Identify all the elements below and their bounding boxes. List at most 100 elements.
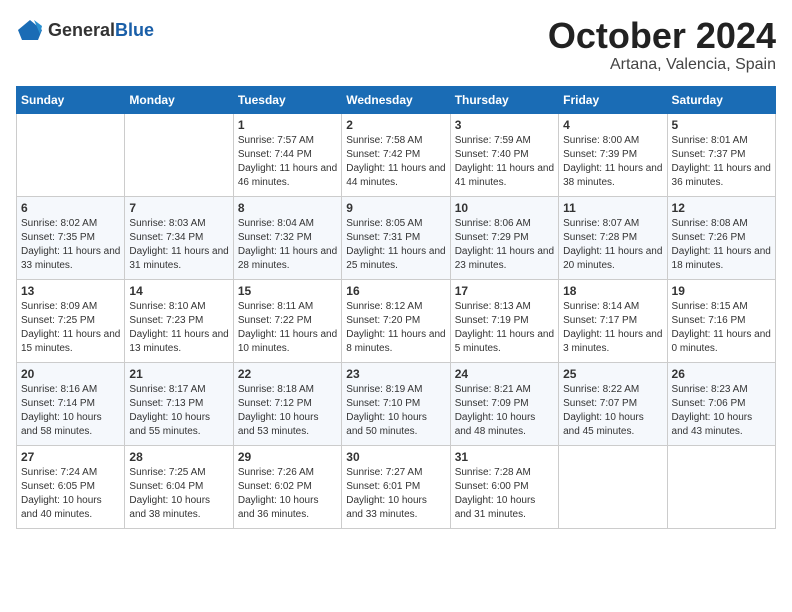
day-info: Sunrise: 8:22 AM Sunset: 7:07 PM Dayligh…: [563, 383, 662, 439]
day-info: Sunrise: 7:27 AM Sunset: 6:01 PM Dayligh…: [346, 466, 445, 522]
location-title: Artana, Valencia, Spain: [548, 56, 776, 74]
day-number: 20: [21, 367, 120, 381]
calendar-cell: [125, 113, 233, 196]
day-info: Sunrise: 8:09 AM Sunset: 7:25 PM Dayligh…: [21, 300, 120, 356]
day-number: 23: [346, 367, 445, 381]
calendar-cell: 4Sunrise: 8:00 AM Sunset: 7:39 PM Daylig…: [559, 113, 667, 196]
calendar-cell: 11 Sunrise: 8:07 AM Sunset: 7:28 PM Dayli…: [559, 196, 667, 279]
day-number: 21: [129, 367, 228, 381]
day-info: Sunrise: 7:25 AM Sunset: 6:04 PM Dayligh…: [129, 466, 228, 522]
day-info: Sunrise: 7:58 AM Sunset: 7:42 PM Dayligh…: [346, 134, 445, 190]
calendar-cell: [559, 445, 667, 528]
day-info: Sunrise: 8:02 AM Sunset: 7:35 PM Dayligh…: [21, 217, 120, 273]
weekday-header-friday: Friday: [559, 86, 667, 113]
calendar-cell: 20 Sunrise: 8:16 AM Sunset: 7:14 PM Dayli…: [17, 362, 125, 445]
title-block: October 2024 Artana, Valencia, Spain: [548, 16, 776, 74]
day-info: Sunrise: 7:28 AM Sunset: 6:00 PM Dayligh…: [455, 466, 554, 522]
day-info: Sunrise: 8:23 AM Sunset: 7:06 PM Dayligh…: [672, 383, 771, 439]
day-number: 16: [346, 284, 445, 298]
calendar-cell: 23 Sunrise: 8:19 AM Sunset: 7:10 PM Dayli…: [342, 362, 450, 445]
day-info: Sunrise: 8:15 AM Sunset: 7:16 PM Dayligh…: [672, 300, 771, 356]
calendar-cell: 22 Sunrise: 8:18 AM Sunset: 7:12 PM Dayli…: [233, 362, 341, 445]
day-info: Sunrise: 8:05 AM Sunset: 7:31 PM Dayligh…: [346, 217, 445, 273]
day-number: 15: [238, 284, 337, 298]
day-number: 13: [21, 284, 120, 298]
month-title: October 2024: [548, 16, 776, 56]
day-info: Sunrise: 8:11 AM Sunset: 7:22 PM Dayligh…: [238, 300, 337, 356]
day-info: Sunrise: 7:57 AM Sunset: 7:44 PM Dayligh…: [238, 134, 337, 190]
calendar-cell: 29 Sunrise: 7:26 AM Sunset: 6:02 PM Dayli…: [233, 445, 341, 528]
day-number: 18: [563, 284, 662, 298]
logo-blue: Blue: [115, 20, 154, 40]
day-number: 11: [563, 201, 662, 215]
calendar-cell: 18 Sunrise: 8:14 AM Sunset: 7:17 PM Dayli…: [559, 279, 667, 362]
calendar-cell: 19 Sunrise: 8:15 AM Sunset: 7:16 PM Dayli…: [667, 279, 775, 362]
day-number: 4: [563, 118, 662, 132]
day-number: 2: [346, 118, 445, 132]
calendar-cell: 7Sunrise: 8:03 AM Sunset: 7:34 PM Daylig…: [125, 196, 233, 279]
calendar-cell: 5 Sunrise: 8:01 AM Sunset: 7:37 PM Daylig…: [667, 113, 775, 196]
weekday-header-saturday: Saturday: [667, 86, 775, 113]
day-info: Sunrise: 8:13 AM Sunset: 7:19 PM Dayligh…: [455, 300, 554, 356]
day-number: 22: [238, 367, 337, 381]
day-info: Sunrise: 7:26 AM Sunset: 6:02 PM Dayligh…: [238, 466, 337, 522]
calendar-cell: [667, 445, 775, 528]
calendar-week-row: 20 Sunrise: 8:16 AM Sunset: 7:14 PM Dayli…: [17, 362, 776, 445]
day-info: Sunrise: 8:18 AM Sunset: 7:12 PM Dayligh…: [238, 383, 337, 439]
calendar-cell: 13 Sunrise: 8:09 AM Sunset: 7:25 PM Dayli…: [17, 279, 125, 362]
calendar-cell: 8 Sunrise: 8:04 AM Sunset: 7:32 PM Daylig…: [233, 196, 341, 279]
day-info: Sunrise: 8:19 AM Sunset: 7:10 PM Dayligh…: [346, 383, 445, 439]
day-info: Sunrise: 8:14 AM Sunset: 7:17 PM Dayligh…: [563, 300, 662, 356]
day-number: 10: [455, 201, 554, 215]
calendar-cell: 9 Sunrise: 8:05 AM Sunset: 7:31 PM Daylig…: [342, 196, 450, 279]
logo-text: GeneralBlue: [48, 20, 154, 41]
calendar-cell: 10 Sunrise: 8:06 AM Sunset: 7:29 PM Dayli…: [450, 196, 558, 279]
day-number: 9: [346, 201, 445, 215]
day-info: Sunrise: 8:01 AM Sunset: 7:37 PM Dayligh…: [672, 134, 771, 190]
day-number: 3: [455, 118, 554, 132]
day-number: 5: [672, 118, 771, 132]
weekday-header-tuesday: Tuesday: [233, 86, 341, 113]
day-info: Sunrise: 8:04 AM Sunset: 7:32 PM Dayligh…: [238, 217, 337, 273]
day-number: 26: [672, 367, 771, 381]
day-info: Sunrise: 8:07 AM Sunset: 7:28 PM Dayligh…: [563, 217, 662, 273]
day-number: 1: [238, 118, 337, 132]
weekday-header-thursday: Thursday: [450, 86, 558, 113]
weekday-header-sunday: Sunday: [17, 86, 125, 113]
day-number: 19: [672, 284, 771, 298]
weekday-header-monday: Monday: [125, 86, 233, 113]
day-number: 17: [455, 284, 554, 298]
calendar-table: SundayMondayTuesdayWednesdayThursdayFrid…: [16, 86, 776, 529]
day-number: 28: [129, 450, 228, 464]
day-info: Sunrise: 8:21 AM Sunset: 7:09 PM Dayligh…: [455, 383, 554, 439]
day-number: 6: [21, 201, 120, 215]
calendar-cell: 16 Sunrise: 8:12 AM Sunset: 7:20 PM Dayli…: [342, 279, 450, 362]
calendar-cell: 6 Sunrise: 8:02 AM Sunset: 7:35 PM Daylig…: [17, 196, 125, 279]
calendar-cell: [17, 113, 125, 196]
calendar-cell: 15 Sunrise: 8:11 AM Sunset: 7:22 PM Dayli…: [233, 279, 341, 362]
day-number: 8: [238, 201, 337, 215]
day-info: Sunrise: 8:03 AM Sunset: 7:34 PM Dayligh…: [129, 217, 228, 273]
day-number: 12: [672, 201, 771, 215]
calendar-cell: 14Sunrise: 8:10 AM Sunset: 7:23 PM Dayli…: [125, 279, 233, 362]
day-info: Sunrise: 8:12 AM Sunset: 7:20 PM Dayligh…: [346, 300, 445, 356]
day-number: 29: [238, 450, 337, 464]
day-number: 27: [21, 450, 120, 464]
day-info: Sunrise: 8:10 AM Sunset: 7:23 PM Dayligh…: [129, 300, 228, 356]
calendar-cell: 2 Sunrise: 7:58 AM Sunset: 7:42 PM Daylig…: [342, 113, 450, 196]
day-info: Sunrise: 8:16 AM Sunset: 7:14 PM Dayligh…: [21, 383, 120, 439]
calendar-cell: 21Sunrise: 8:17 AM Sunset: 7:13 PM Dayli…: [125, 362, 233, 445]
day-info: Sunrise: 8:06 AM Sunset: 7:29 PM Dayligh…: [455, 217, 554, 273]
page-header: GeneralBlue October 2024 Artana, Valenci…: [16, 16, 776, 74]
calendar-cell: 24Sunrise: 8:21 AM Sunset: 7:09 PM Dayli…: [450, 362, 558, 445]
calendar-cell: 28 Sunrise: 7:25 AM Sunset: 6:04 PM Dayli…: [125, 445, 233, 528]
day-info: Sunrise: 7:59 AM Sunset: 7:40 PM Dayligh…: [455, 134, 554, 190]
calendar-week-row: 6 Sunrise: 8:02 AM Sunset: 7:35 PM Daylig…: [17, 196, 776, 279]
day-number: 31: [455, 450, 554, 464]
calendar-week-row: 1 Sunrise: 7:57 AM Sunset: 7:44 PM Daylig…: [17, 113, 776, 196]
logo-general: General: [48, 20, 115, 40]
generalblue-logo-icon: [16, 16, 44, 44]
calendar-cell: 17 Sunrise: 8:13 AM Sunset: 7:19 PM Dayli…: [450, 279, 558, 362]
calendar-cell: 1 Sunrise: 7:57 AM Sunset: 7:44 PM Daylig…: [233, 113, 341, 196]
calendar-cell: 27Sunrise: 7:24 AM Sunset: 6:05 PM Dayli…: [17, 445, 125, 528]
